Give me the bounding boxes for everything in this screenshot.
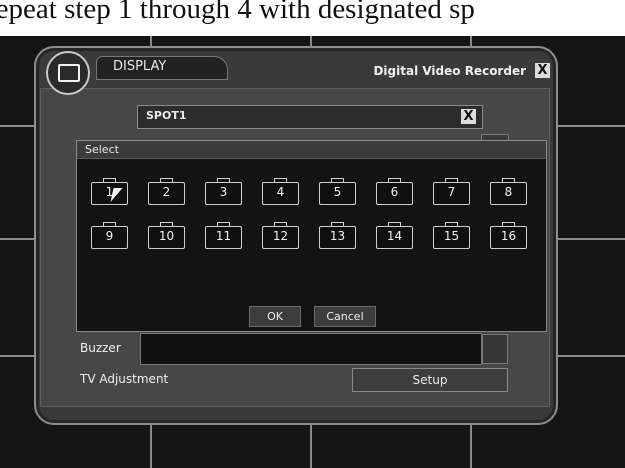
close-icon: X — [537, 63, 548, 78]
buzzer-side-button[interactable] — [482, 334, 508, 364]
camera-number: 10 — [158, 229, 175, 243]
spot-dialog-close-button[interactable]: X — [461, 109, 476, 124]
camera-button-11[interactable]: 11 — [205, 222, 242, 249]
camera-button-7[interactable]: 7 — [433, 178, 470, 205]
camera-number: 7 — [447, 185, 456, 199]
setup-button[interactable]: Setup — [352, 368, 508, 392]
cancel-button[interactable]: Cancel — [314, 306, 376, 327]
camera-button-1[interactable]: 1 — [91, 178, 128, 205]
camera-button-12[interactable]: 12 — [262, 222, 299, 249]
camera-number: 9 — [105, 229, 114, 243]
select-panel-header: Select — [77, 141, 546, 159]
camera-number: 11 — [215, 229, 232, 243]
monitor-screen — [58, 64, 80, 82]
camera-button-2[interactable]: 2 — [148, 178, 185, 205]
camera-number: 6 — [390, 185, 399, 199]
camera-number: 12 — [272, 229, 289, 243]
camera-button-14[interactable]: 14 — [376, 222, 413, 249]
ok-button[interactable]: OK — [249, 306, 301, 327]
spot-dialog: SPOT1 X — [137, 105, 483, 129]
camera-button-5[interactable]: 5 — [319, 178, 356, 205]
camera-number: 4 — [276, 185, 285, 199]
camera-number: 14 — [386, 229, 403, 243]
camera-button-4[interactable]: 4 — [262, 178, 299, 205]
camera-number: 16 — [500, 229, 517, 243]
close-icon: X — [463, 109, 474, 124]
camera-number: 15 — [443, 229, 460, 243]
camera-number: 13 — [329, 229, 346, 243]
window-close-button[interactable]: X — [535, 63, 550, 78]
camera-button-10[interactable]: 10 — [148, 222, 185, 249]
camera-number: 2 — [162, 185, 171, 199]
spot-dialog-title: SPOT1 — [146, 109, 187, 122]
camera-number: 3 — [219, 185, 228, 199]
camera-button-3[interactable]: 3 — [205, 178, 242, 205]
camera-button-13[interactable]: 13 — [319, 222, 356, 249]
tab-display[interactable]: DISPLAY — [96, 56, 228, 80]
caption-text: repeat step 1 through 4 with designated … — [0, 0, 625, 36]
camera-button-15[interactable]: 15 — [433, 222, 470, 249]
buzzer-field[interactable] — [140, 333, 482, 365]
app-title: Digital Video Recorder — [373, 64, 526, 78]
camera-button-16[interactable]: 16 — [490, 222, 527, 249]
monitor-icon — [46, 51, 90, 95]
camera-button-6[interactable]: 6 — [376, 178, 413, 205]
camera-button-9[interactable]: 9 — [91, 222, 128, 249]
camera-grid: 1 2 3 4 5 6 7 8 9 10 11 12 13 14 15 16 — [91, 178, 531, 249]
buzzer-label: Buzzer — [80, 341, 121, 355]
tab-display-label: DISPLAY — [113, 59, 167, 74]
camera-number: 5 — [333, 185, 342, 199]
camera-number: 8 — [504, 185, 513, 199]
tv-adjustment-label: TV Adjustment — [80, 372, 169, 386]
camera-select-panel: Select 1 2 3 4 5 6 7 8 9 10 11 12 13 14 … — [76, 140, 547, 332]
camera-button-8[interactable]: 8 — [490, 178, 527, 205]
window-titlebar: DISPLAY Digital Video Recorder X — [78, 56, 550, 82]
